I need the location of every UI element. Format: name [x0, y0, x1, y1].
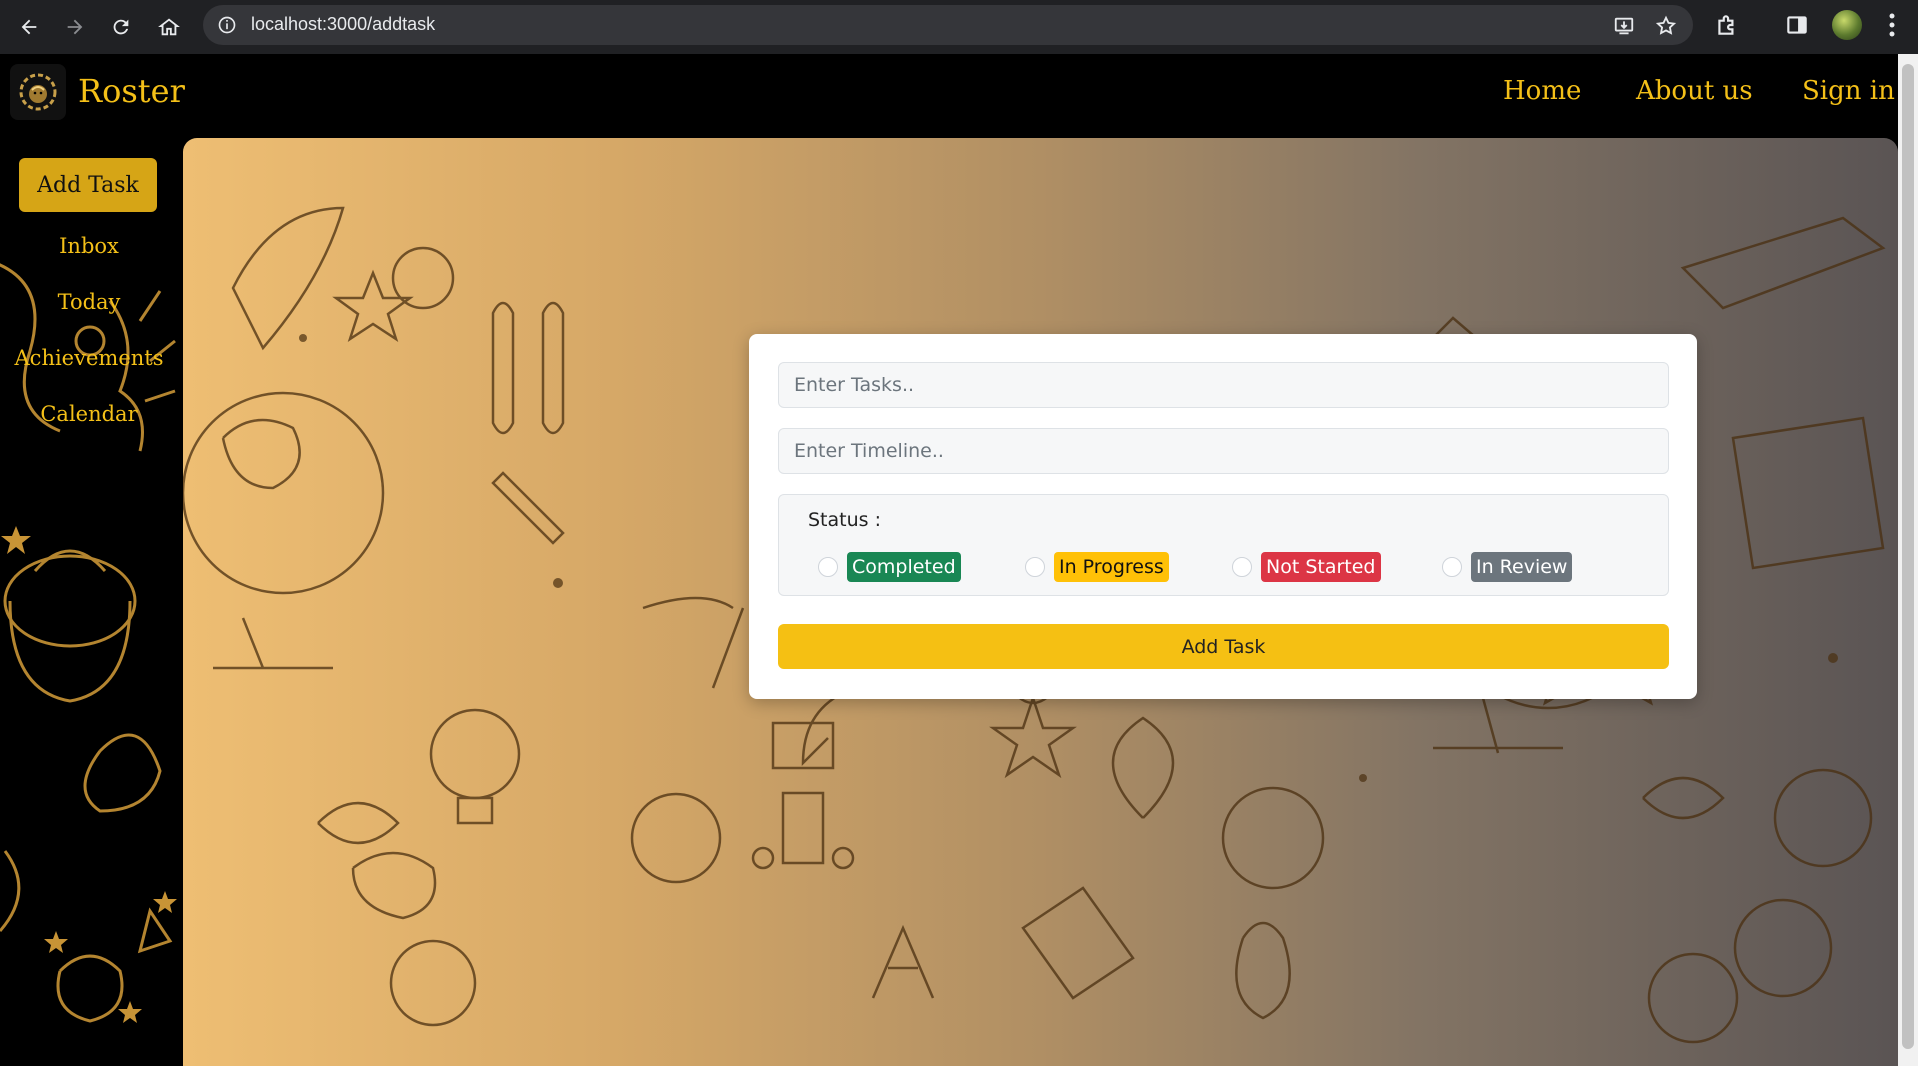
- scrollbar-thumb[interactable]: [1902, 64, 1914, 1049]
- badge-in-progress[interactable]: In Progress: [1054, 552, 1169, 582]
- install-app-icon[interactable]: [1613, 15, 1635, 37]
- site-info-icon[interactable]: [217, 15, 237, 35]
- nav-home-link[interactable]: Home: [1503, 76, 1581, 106]
- sidebar-item-calendar[interactable]: Calendar: [0, 402, 178, 426]
- add-task-submit-button[interactable]: Add Task: [778, 624, 1669, 669]
- status-group: Status : Completed In Progress Not Start…: [778, 494, 1669, 596]
- sidebar-add-task-button[interactable]: Add Task: [19, 158, 157, 212]
- forward-icon[interactable]: [58, 10, 92, 44]
- timeline-input[interactable]: [778, 428, 1669, 474]
- side-panel-icon[interactable]: [1784, 12, 1810, 38]
- profile-avatar[interactable]: [1832, 10, 1862, 40]
- lion-logo[interactable]: [10, 64, 66, 120]
- address-bar[interactable]: localhost:3000/addtask: [203, 5, 1693, 45]
- browser-toolbar: localhost:3000/addtask: [0, 0, 1918, 54]
- page-scrollbar[interactable]: [1898, 54, 1918, 1066]
- radio-completed[interactable]: [818, 557, 838, 577]
- extensions-icon[interactable]: [1714, 12, 1740, 38]
- radio-in-progress[interactable]: [1025, 557, 1045, 577]
- sidebar-item-today[interactable]: Today: [0, 290, 178, 314]
- nav-about-link[interactable]: About us: [1636, 76, 1753, 106]
- more-menu-icon[interactable]: [1888, 12, 1896, 38]
- radio-in-review[interactable]: [1442, 557, 1462, 577]
- bookmark-star-icon[interactable]: [1655, 15, 1677, 37]
- badge-completed[interactable]: Completed: [847, 552, 961, 582]
- home-icon[interactable]: [152, 10, 186, 44]
- brand-title[interactable]: Roster: [78, 72, 185, 110]
- back-icon[interactable]: [12, 10, 46, 44]
- sidebar: Add Task Inbox Today Achievements Calend…: [0, 131, 178, 1066]
- sidebar-item-achievements[interactable]: Achievements: [0, 346, 178, 370]
- task-input[interactable]: [778, 362, 1669, 408]
- nav-signin-link[interactable]: Sign in: [1802, 76, 1895, 106]
- add-task-form-card: Status : Completed In Progress Not Start…: [749, 334, 1697, 699]
- status-label: Status :: [808, 509, 881, 531]
- site-header: Roster Home About us Sign in: [0, 54, 1898, 131]
- reload-icon[interactable]: [104, 10, 138, 44]
- badge-in-review[interactable]: In Review: [1471, 552, 1573, 582]
- main-content: Status : Completed In Progress Not Start…: [183, 138, 1898, 1066]
- url-text[interactable]: localhost:3000/addtask: [251, 14, 435, 35]
- sidebar-item-inbox[interactable]: Inbox: [0, 234, 178, 258]
- radio-not-started[interactable]: [1232, 557, 1252, 577]
- badge-not-started[interactable]: Not Started: [1261, 552, 1381, 582]
- sidebar-doodle-background: [0, 263, 177, 1023]
